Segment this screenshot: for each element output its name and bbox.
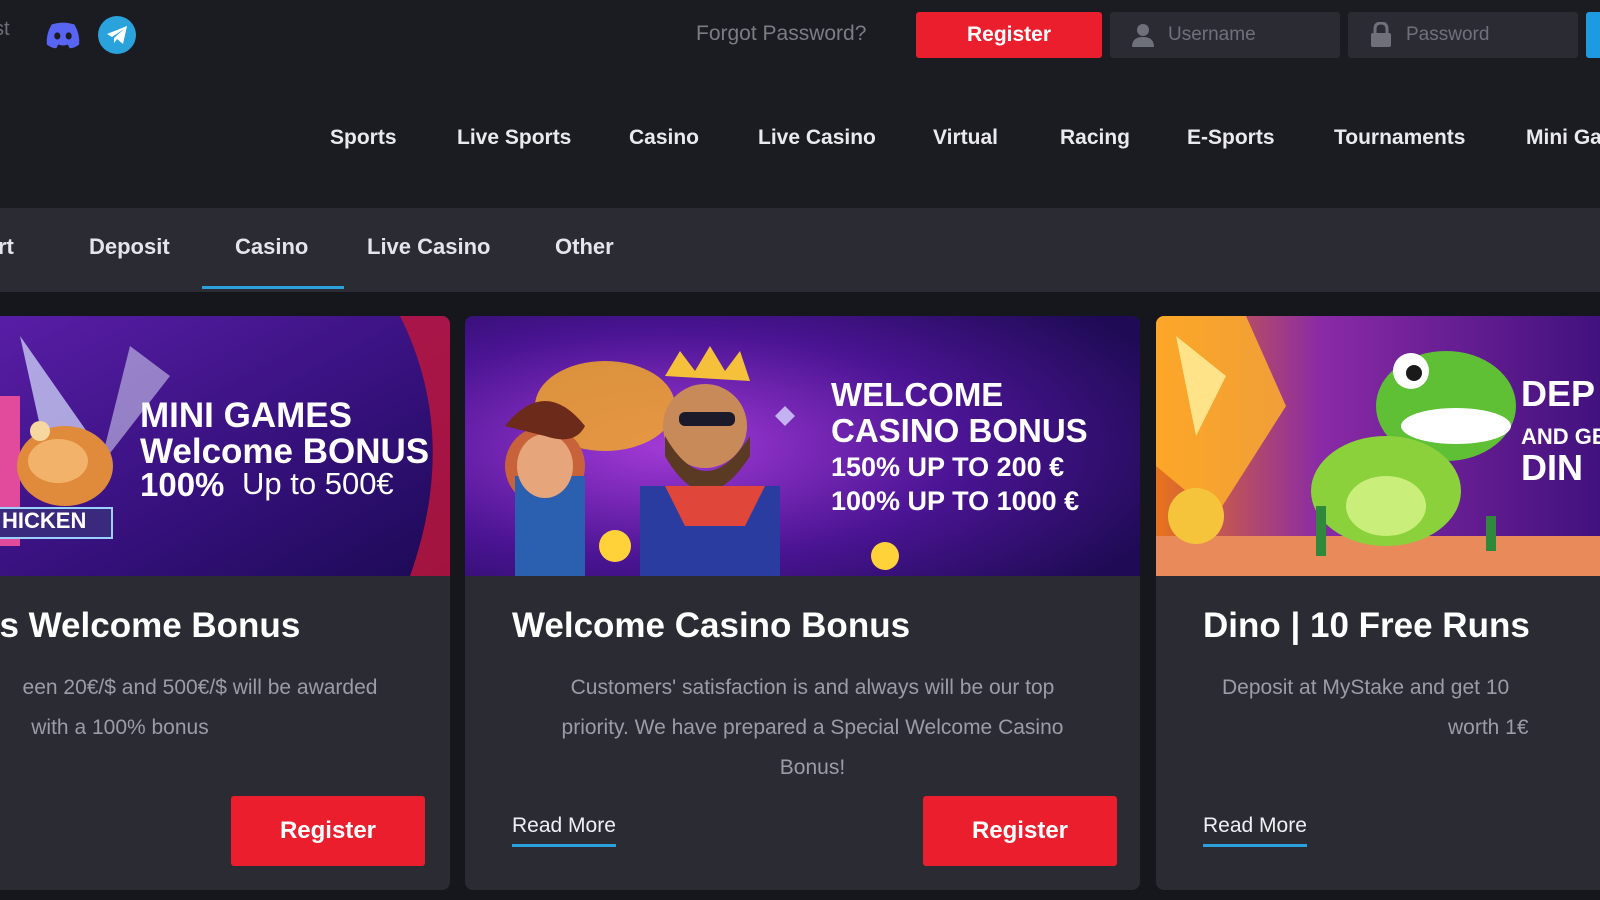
promo-banner-dino[interactable]: DEP AND GE DIN [1156,316,1600,576]
read-more-link[interactable]: Read More [1203,814,1307,847]
banner-heading: WELCOME [831,376,1004,413]
username-field[interactable] [1110,12,1340,58]
nav-item-live-sports[interactable]: Live Sports [457,126,571,150]
login-button[interactable] [1586,12,1600,58]
top-cut-text: st [0,18,10,40]
promo-card-mini-games: MINI GAMES Welcome BONUS 100% Up to 500€… [0,316,450,890]
nav-item-tournaments[interactable]: Tournaments [1334,126,1465,150]
nav-item-mini-games[interactable]: Mini Ga [1526,126,1600,150]
forgot-password-link[interactable]: Forgot Password? [696,22,866,46]
telegram-icon[interactable] [98,16,136,54]
banner-heading: MINI GAMES [140,396,352,435]
promo-banner-mini-games[interactable]: MINI GAMES Welcome BONUS 100% Up to 500€… [0,316,450,576]
register-button[interactable]: Register [916,12,1102,58]
banner-offer-2: 100% UP TO 1000 € [831,486,1080,516]
username-input[interactable] [1166,23,1330,47]
main-nav: Sports Live Sports Casino Live Casino Vi… [0,70,1600,208]
card-description: een 20€/$ and 500€/$ will be awarded wit… [22,676,378,739]
card-description: Deposit at MyStake and get 10 worth 1€ [1222,676,1529,739]
card-description: Customers' satisfaction is and always wi… [561,676,1064,779]
banner-subheading: AND GE [1521,424,1600,449]
promo-banner-welcome-casino[interactable]: WELCOME CASINO BONUS 150% UP TO 200 € 10… [465,316,1140,576]
nav-item-esports[interactable]: E-Sports [1187,126,1275,150]
card-register-button[interactable]: Register [231,796,425,866]
active-tab-indicator [202,286,344,289]
banner-percent: 100% [140,466,225,503]
promo-card-welcome-casino: WELCOME CASINO BONUS 150% UP TO 200 € 10… [465,316,1140,890]
banner-offer-1: 150% UP TO 200 € [831,452,1065,482]
nav-item-sports[interactable]: Sports [330,126,397,150]
nav-item-virtual[interactable]: Virtual [933,126,998,150]
lock-icon [1368,22,1394,48]
top-bar: st Forgot Password? Register [0,0,1600,70]
card-title: es Welcome Bonus [0,606,301,645]
tab-deposit[interactable]: Deposit [89,234,170,260]
promo-card-dino: DEP AND GE DIN Dino | 10 Free Runs Depos… [1156,316,1600,890]
banner-subheading: CASINO BONUS [831,412,1088,449]
user-icon [1130,22,1156,48]
banner-amount: Up to 500€ [242,466,394,501]
tab-sport[interactable]: rt [0,234,14,260]
card-title: Dino | 10 Free Runs [1203,606,1530,645]
banner-badge: HICKEN [2,508,87,533]
nav-item-racing[interactable]: Racing [1060,126,1130,150]
tab-live-casino[interactable]: Live Casino [367,234,490,260]
nav-item-casino[interactable]: Casino [629,126,699,150]
banner-line-3: DIN [1521,447,1583,488]
card-register-button[interactable]: Register [923,796,1117,866]
discord-icon[interactable] [44,16,82,54]
password-field[interactable] [1348,12,1578,58]
tab-casino[interactable]: Casino [235,234,308,260]
nav-item-live-casino[interactable]: Live Casino [758,126,876,150]
password-input[interactable] [1404,23,1568,47]
banner-subheading: Welcome BONUS [140,432,430,471]
bonus-category-tabs: rt Deposit Casino Live Casino Other [0,208,1600,292]
banner-heading: DEP [1521,373,1596,414]
card-title: Welcome Casino Bonus [512,606,911,645]
read-more-link[interactable]: Read More [512,814,616,847]
tab-other[interactable]: Other [555,234,614,260]
